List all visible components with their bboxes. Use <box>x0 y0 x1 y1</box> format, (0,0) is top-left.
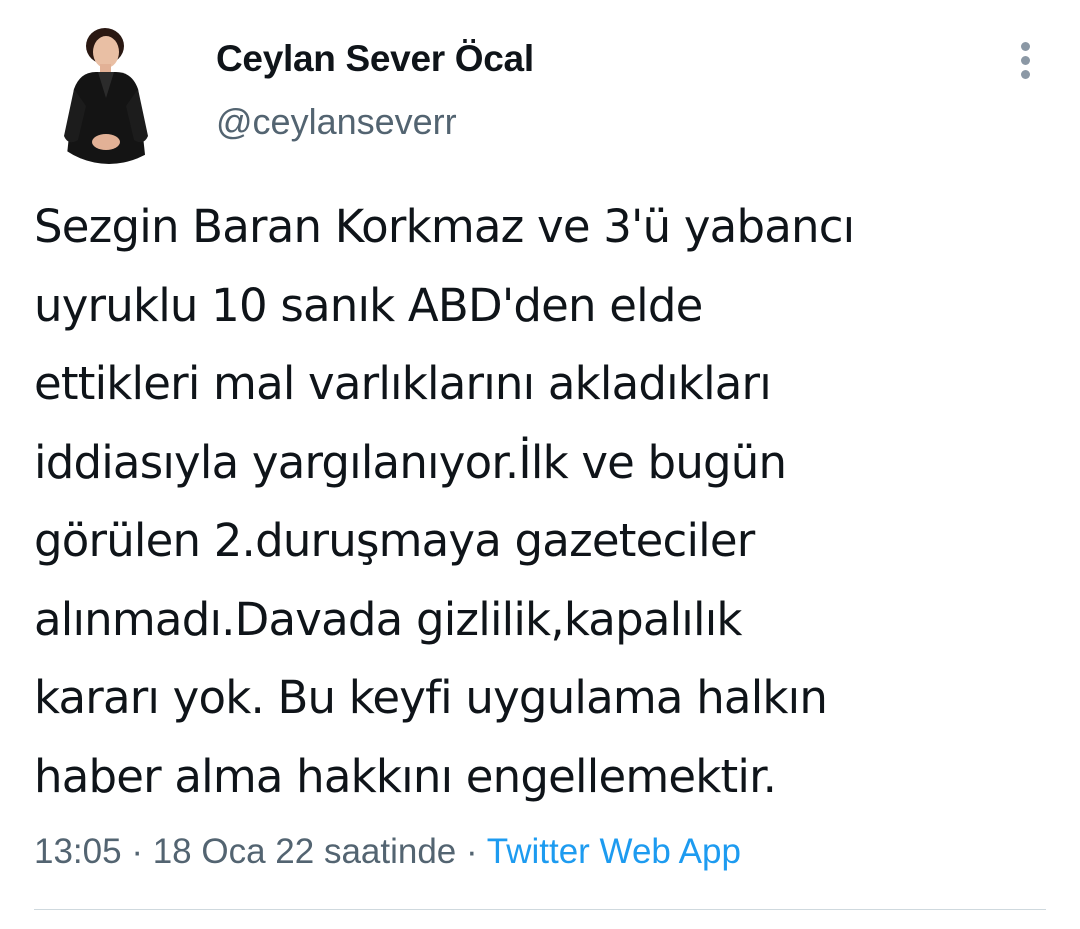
more-vertical-icon <box>1021 42 1030 51</box>
avatar-portrait <box>34 14 184 164</box>
tweet-time[interactable]: 13:05 <box>34 832 122 871</box>
tweet-source-link[interactable]: Twitter Web App <box>487 832 741 871</box>
tweet-text: Sezgin Baran Korkmaz ve 3'ü yabancı uyru… <box>34 200 855 803</box>
separator: · <box>466 832 478 871</box>
author-handle[interactable]: @ceylanseverr <box>216 101 457 143</box>
avatar[interactable] <box>34 14 184 164</box>
tweet: Ceylan Sever Öcal @ceylanseverr Sezgin B… <box>0 0 1080 929</box>
more-vertical-icon-dot <box>1021 56 1030 65</box>
tweet-date[interactable]: 18 Oca 22 saatinde <box>153 832 457 871</box>
tweet-metadata: 13:05 · 18 Oca 22 saatinde · Twitter Web… <box>34 832 741 872</box>
more-options-button[interactable] <box>1008 38 1044 82</box>
author-display-name[interactable]: Ceylan Sever Öcal <box>216 38 534 80</box>
divider <box>34 909 1046 910</box>
more-vertical-icon-dot <box>1021 70 1030 79</box>
separator: · <box>131 832 143 871</box>
